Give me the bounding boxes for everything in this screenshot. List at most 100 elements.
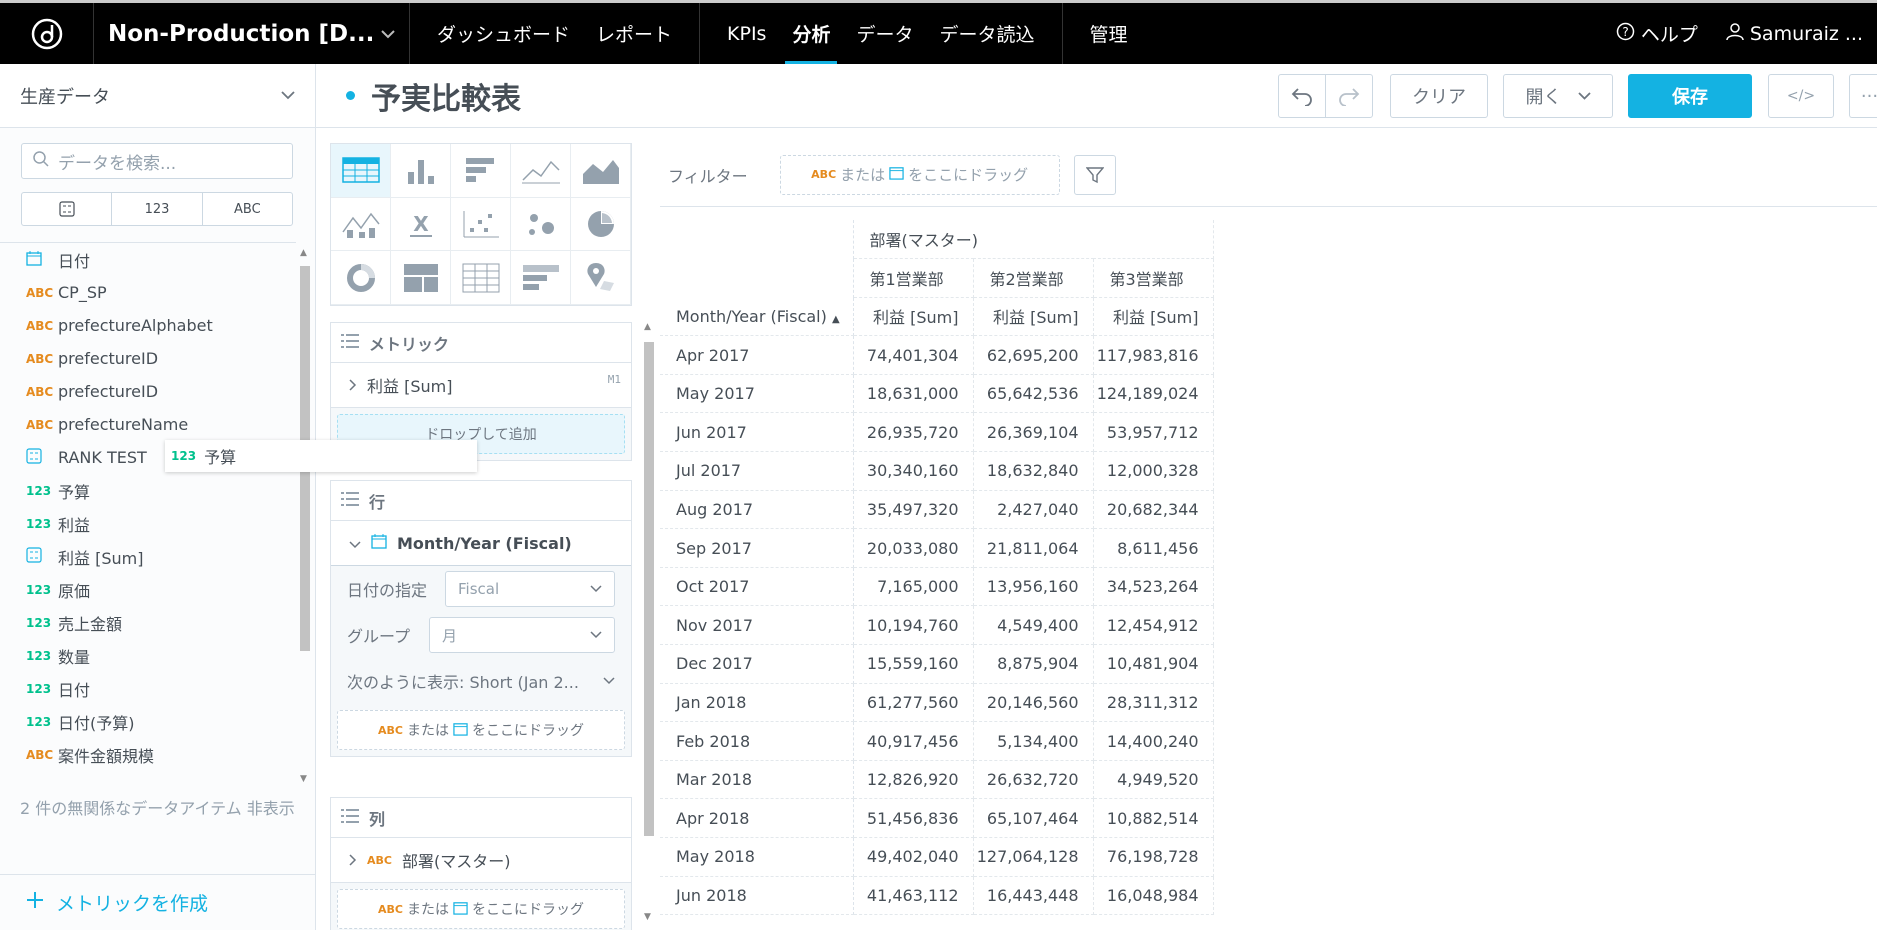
catalog-item[interactable]: ABC 案件金額規模 — [0, 738, 296, 771]
display-as-option[interactable]: 次のように表示: Short (Jan 2... — [331, 658, 631, 704]
catalog-item[interactable]: ABC prefectureID — [0, 375, 296, 408]
catalog-item-label: 予算 — [58, 482, 91, 502]
top-right-menu: ? ヘルプ Samuraiz ... — [1602, 3, 1877, 64]
table-cell: 4,549,400 — [973, 605, 1094, 646]
clear-button[interactable]: クリア — [1390, 74, 1488, 118]
buckets-scrollbar[interactable]: ▲ ▼ — [642, 322, 656, 922]
table-cell: 8,611,456 — [1093, 528, 1214, 568]
vis-bar-chart-icon[interactable] — [451, 144, 511, 198]
nav-dashboards[interactable]: ダッシュボード — [424, 3, 583, 64]
group-select[interactable]: 月 — [429, 617, 615, 653]
catalog-item[interactable]: ABC prefectureID — [0, 342, 296, 375]
table-cell: 65,107,464 — [973, 798, 1094, 838]
chevron-down-icon — [1577, 92, 1591, 100]
vis-table-icon[interactable] — [331, 144, 391, 198]
date-spec-option: 日付の指定 Fiscal — [331, 566, 631, 612]
sort-ascending-icon[interactable]: ▲ — [832, 314, 840, 325]
search-input[interactable]: データを検索... — [21, 143, 293, 179]
scroll-up-icon[interactable]: ▲ — [644, 322, 651, 332]
vis-geo-map-icon[interactable] — [571, 251, 631, 305]
filter-metrics-button[interactable] — [22, 193, 113, 225]
catalog-item[interactable]: 123 数量 — [0, 639, 296, 672]
open-button[interactable]: 開く — [1503, 74, 1613, 118]
drop-or: または — [406, 902, 449, 918]
dataset-selector[interactable]: 生産データ — [0, 64, 315, 128]
chevron-right-icon[interactable] — [349, 851, 357, 870]
metric-tag: M1 — [607, 373, 621, 386]
catalog-item[interactable]: ABC prefectureAlphabet — [0, 309, 296, 342]
visualization-picker: X — [330, 143, 632, 306]
vis-scatter-icon[interactable] — [451, 197, 511, 252]
chevron-right-icon[interactable] — [349, 376, 357, 395]
catalog-item[interactable]: 123 利益 — [0, 507, 296, 540]
catalog-item[interactable]: 123 日付 — [0, 672, 296, 705]
vis-combo-chart-icon[interactable] — [331, 197, 391, 252]
more-options-button[interactable]: ··· — [1849, 74, 1877, 118]
unrelated-items-note[interactable]: 2 件の無関係なデータアイテム 非表示 — [20, 788, 295, 829]
nav-data[interactable]: データ — [843, 3, 926, 64]
row-drop-zone[interactable]: ABC または をここにドラッグ — [337, 710, 625, 750]
vis-area-chart-icon[interactable] — [571, 144, 631, 198]
page-title[interactable]: 予実比較表 — [371, 74, 521, 118]
table-cell: 5,134,400 — [973, 721, 1094, 761]
nav-manage[interactable]: 管理 — [1077, 3, 1141, 64]
measure-header: 利益 [Sum] — [853, 297, 974, 337]
date-spec-select[interactable]: Fiscal — [445, 571, 615, 607]
catalog-scrollbar[interactable]: ▲ ▼ — [298, 246, 312, 786]
row-item[interactable]: Month/Year (Fiscal) — [331, 521, 631, 566]
columns-bucket-header: 列 — [331, 798, 631, 838]
scroll-thumb[interactable] — [644, 342, 654, 836]
catalog-item-label: 売上金額 — [58, 614, 123, 634]
measure-header: 利益 [Sum] — [973, 297, 1094, 337]
vis-pie-icon[interactable] — [571, 197, 631, 252]
scroll-up-icon[interactable]: ▲ — [300, 248, 307, 258]
nav-kpis[interactable]: KPIs — [714, 3, 779, 64]
row-header-cell[interactable]: Month/Year (Fiscal) ▲ — [660, 297, 854, 337]
catalog-item[interactable]: 123 売上金額 — [0, 606, 296, 639]
redo-button[interactable] — [1325, 74, 1373, 118]
scroll-down-icon[interactable]: ▼ — [300, 774, 307, 784]
catalog-item[interactable]: 123 日付(予算) — [0, 705, 296, 738]
nav-reports[interactable]: レポート — [583, 3, 685, 64]
filter-drop-zone[interactable]: ABC または をここにドラッグ — [779, 154, 1060, 195]
save-button[interactable]: 保存 — [1628, 74, 1752, 118]
vis-line-chart-icon[interactable] — [511, 144, 571, 198]
catalog-item[interactable]: ABC prefectureName — [0, 408, 296, 441]
catalog-item[interactable]: 123 原価 — [0, 573, 296, 606]
embed-code-button[interactable]: </> — [1768, 74, 1834, 118]
help-menu[interactable]: ? ヘルプ — [1602, 20, 1712, 47]
app-logo-icon[interactable] — [0, 3, 94, 64]
table-cell: 127,064,128 — [973, 837, 1094, 877]
vis-heatmap-icon[interactable] — [451, 251, 511, 305]
vis-headline-icon[interactable]: X — [391, 197, 451, 252]
metrics-bucket-header: メトリック — [331, 323, 631, 363]
filter-attributes-button[interactable]: ABC — [203, 193, 292, 225]
vis-treemap-icon[interactable] — [391, 251, 451, 305]
nav-analyze[interactable]: 分析 — [779, 3, 843, 64]
calendar-icon — [371, 533, 387, 553]
create-metric-button[interactable]: メトリックを作成 — [0, 874, 316, 930]
vis-donut-icon[interactable] — [331, 251, 391, 305]
column-drop-zone[interactable]: ABC または をここにドラッグ — [337, 889, 625, 929]
nav-data-load[interactable]: データ読込 — [926, 3, 1047, 64]
catalog-item[interactable]: 利益 [Sum] — [0, 540, 296, 573]
column-item[interactable]: ABC 部署(マスター) — [331, 838, 631, 883]
workspace-switcher[interactable]: Non-Production [D... — [94, 3, 410, 64]
metric-item[interactable]: 利益 [Sum] M1 — [331, 363, 631, 408]
user-menu[interactable]: Samuraiz ... — [1712, 22, 1877, 46]
filter-numbers-button[interactable]: 123 — [112, 193, 203, 225]
catalog-item[interactable]: 日付 — [0, 243, 296, 276]
undo-button[interactable] — [1278, 74, 1326, 118]
vis-column-chart-icon[interactable] — [391, 144, 451, 198]
user-name: Samuraiz ... — [1749, 22, 1863, 45]
filter-button[interactable] — [1073, 154, 1116, 195]
catalog-item[interactable]: 123 予算 — [0, 474, 296, 507]
catalog-item[interactable]: ABC CP_SP — [0, 276, 296, 309]
chevron-down-icon[interactable] — [349, 534, 361, 553]
vis-bullet-icon[interactable] — [511, 251, 571, 305]
measure-header: 利益 [Sum] — [1093, 297, 1214, 337]
table-cell: 30,340,160 — [853, 451, 974, 491]
table-row: Feb 2018 40,917,456 5,134,400 14,400,240 — [660, 721, 1214, 761]
scroll-down-icon[interactable]: ▼ — [644, 912, 651, 922]
vis-bubble-icon[interactable] — [511, 197, 571, 252]
